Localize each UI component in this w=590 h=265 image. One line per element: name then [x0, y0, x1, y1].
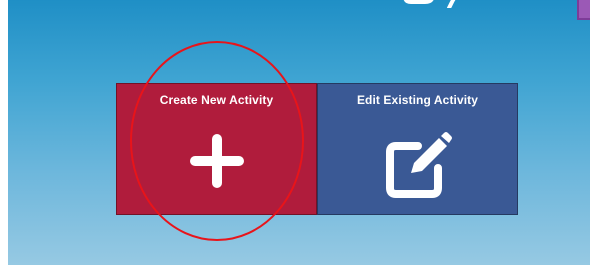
cropped-page-title [403, 0, 523, 8]
corner-accent [577, 0, 590, 20]
create-new-activity-label: Create New Activity [159, 93, 274, 107]
plus-icon [182, 126, 252, 196]
edit-pencil-icon [378, 126, 458, 206]
create-new-activity-tile[interactable]: Create New Activity [116, 83, 317, 215]
edit-existing-activity-tile[interactable]: Edit Existing Activity [317, 83, 518, 215]
app-background: Create New Activity Edit Existing Activi… [8, 0, 590, 265]
edit-existing-activity-label: Edit Existing Activity [356, 93, 479, 107]
